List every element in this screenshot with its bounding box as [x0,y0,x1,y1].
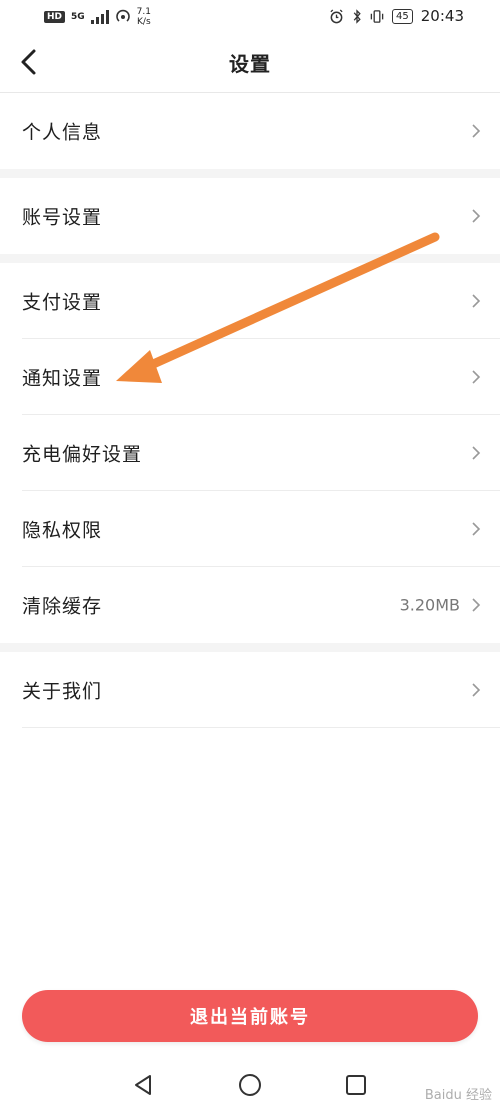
speed-value: 7.1 [136,7,151,17]
chevron-right-icon [472,124,481,138]
chevron-right-icon [472,522,481,536]
settings-item-clear-cache[interactable]: 清除缓存 3.20MB [0,567,500,643]
watermark: Baidu 经验 [424,1088,492,1103]
status-right: 45 20:43 [329,7,464,25]
section-gap [0,169,500,178]
alarm-icon [330,8,343,23]
logout-button[interactable]: 退出当前账号 [22,990,478,1042]
settings-item-charging-pref[interactable]: 充电偏好设置 [0,415,500,491]
chevron-right-icon [472,598,481,612]
chevron-right-icon [472,446,481,460]
status-left: HD 5G 7.1 K/s [44,7,151,27]
bluetooth-icon [353,8,361,24]
page-title: 设置 [229,52,271,76]
speed-unit: K/s [137,17,151,27]
status-bar: HD 5G 7.1 K/s 45 20:43 [0,0,500,34]
settings-item-label: 隐私权限 [22,519,103,542]
battery-level: 45 [392,8,413,24]
nav-home-icon[interactable] [237,1072,263,1098]
chevron-right-icon [472,209,481,223]
chevron-right-icon [472,370,481,384]
nav-back-icon[interactable] [130,1072,156,1098]
settings-item-account[interactable]: 账号设置 [0,178,500,254]
divider [22,727,500,728]
cache-size: 3.20MB [399,595,460,615]
settings-item-label: 清除缓存 [22,595,103,618]
settings-item-label: 关于我们 [22,680,103,703]
settings-item-privacy[interactable]: 隐私权限 [0,491,500,567]
status-time: 20:43 [420,7,464,25]
chevron-right-icon [472,683,481,697]
settings-item-label: 账号设置 [22,206,103,229]
vibrate-icon [370,9,384,23]
hotspot-icon [115,9,130,22]
signal-icon [90,10,109,24]
settings-item-label: 个人信息 [22,121,103,144]
settings-item-label: 支付设置 [22,291,103,314]
network-type: 5G [71,11,85,22]
network-speed: 7.1 K/s [137,7,151,27]
settings-item-notification[interactable]: 通知设置 [0,339,500,415]
section-gap [0,254,500,263]
nav-bar: 设置 [0,34,500,93]
settings-item-payment[interactable]: 支付设置 [0,263,500,339]
settings-item-label: 充电偏好设置 [22,443,143,466]
settings-item-label: 通知设置 [22,367,103,390]
section-gap [0,643,500,652]
settings-item-about[interactable]: 关于我们 [0,652,500,728]
hd-badge: HD [44,11,66,23]
nav-recents-icon[interactable] [343,1072,369,1098]
settings-item-personal-info[interactable]: 个人信息 [0,93,500,169]
chevron-right-icon [472,294,481,308]
